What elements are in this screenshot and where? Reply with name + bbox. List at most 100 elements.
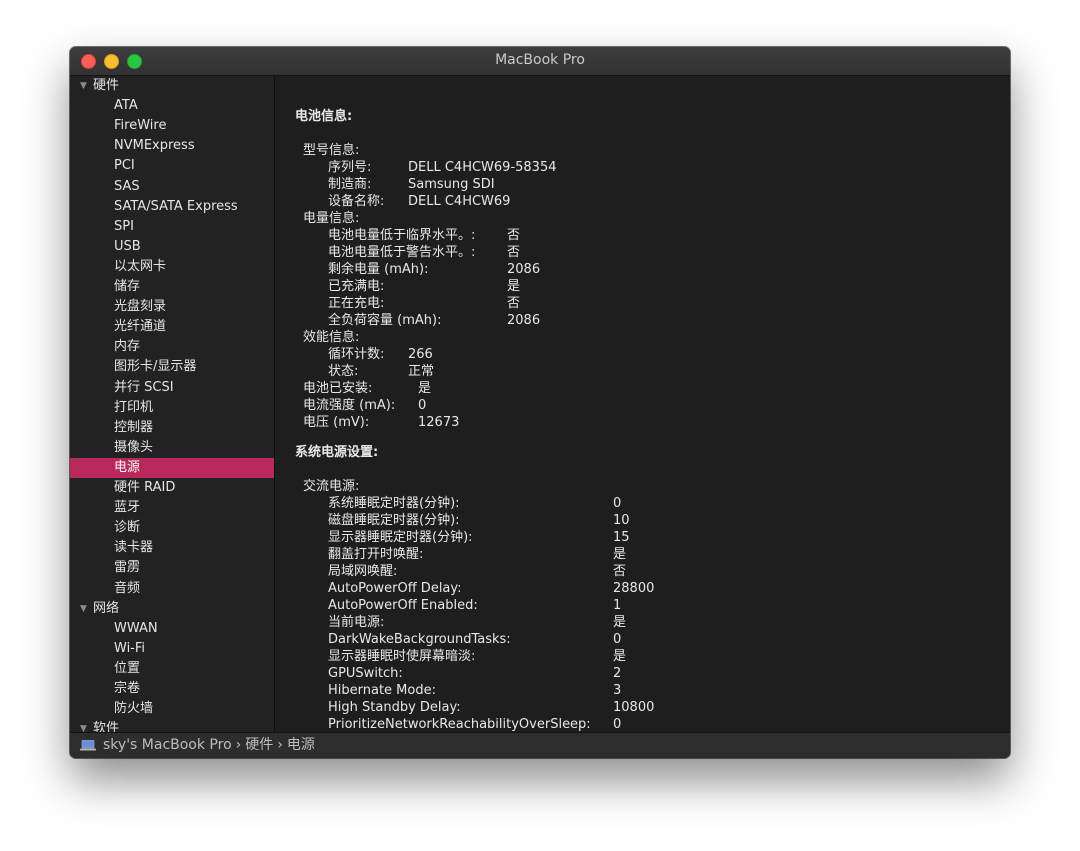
sidebar-item[interactable]: 位置: [70, 659, 274, 679]
info-label: 当前电源:: [328, 615, 385, 630]
disclosure-triangle-icon[interactable]: ▼: [80, 76, 93, 96]
title-bar: MacBook Pro: [70, 47, 1010, 76]
sidebar-item-label: 诊断: [114, 520, 141, 536]
info-row: 正在充电: 否: [275, 295, 1010, 312]
info-label: 正在充电:: [328, 296, 385, 311]
sidebar-item-label: PCI: [114, 158, 135, 174]
sidebar-item-label: 软件: [93, 721, 120, 732]
sidebar-item-label: FireWire: [114, 118, 167, 134]
info-row: 电池电量低于临界水平。: 否: [275, 227, 1010, 244]
info-label: AutoPowerOff Enabled:: [328, 598, 478, 613]
info-row: 系统睡眠定时器(分钟): 0: [275, 495, 1010, 512]
sidebar-item[interactable]: 以太网卡: [70, 257, 274, 277]
sidebar-item-label: 光纤通道: [114, 319, 167, 335]
info-row: 交流电源:: [275, 478, 1010, 495]
sidebar-item[interactable]: USB: [70, 237, 274, 257]
info-label: 显示器睡眠定时器(分钟):: [328, 530, 473, 545]
breadcrumb-separator: ›: [235, 737, 242, 753]
system-information-window: MacBook Pro ▼ 硬件 ATA FireWire NVMExpress PCI S…: [70, 47, 1010, 758]
info-row: 设备名称: DELL C4HCW69: [275, 193, 1010, 210]
sidebar-item[interactable]: PCI: [70, 156, 274, 176]
sidebar-item-label: 蓝牙: [114, 500, 141, 516]
info-label: AutoPowerOff Delay:: [328, 581, 462, 596]
sidebar-item[interactable]: 光盘刻录: [70, 297, 274, 317]
info-value: 0: [418, 398, 427, 413]
sidebar-item-label: 打印机: [114, 399, 154, 415]
info-value: 266: [408, 347, 433, 362]
sidebar-item[interactable]: 并行 SCSI: [70, 378, 274, 398]
info-row: 电压 (mV): 12673: [275, 414, 1010, 431]
sidebar-item-label: 雷雳: [114, 560, 141, 576]
sidebar-item-label: 音频: [114, 580, 141, 596]
sidebar-item-label: 电源: [114, 459, 141, 475]
info-row: 电量信息:: [275, 210, 1010, 227]
info-value: 正常: [408, 364, 435, 379]
sidebar-item[interactable]: 读卡器: [70, 538, 274, 558]
disclosure-triangle-icon[interactable]: ▼: [80, 719, 93, 732]
sidebar-group[interactable]: ▼ 硬件: [70, 76, 274, 96]
info-row: 循环计数: 266: [275, 346, 1010, 363]
sidebar-item[interactable]: 诊断: [70, 518, 274, 538]
breadcrumb: sky's MacBook Pro › 硬件 › 电源: [103, 733, 319, 758]
info-row: 已充满电: 是: [275, 278, 1010, 295]
info-value: 是: [418, 381, 432, 396]
sidebar-item[interactable]: NVMExpress: [70, 136, 274, 156]
info-label: 设备名称:: [328, 194, 385, 209]
info-label: 循环计数:: [328, 347, 385, 362]
sidebar-item[interactable]: Wi-Fi: [70, 639, 274, 659]
info-value: 否: [507, 228, 521, 243]
laptop-icon: [80, 740, 96, 751]
sidebar-item[interactable]: 雷雳: [70, 558, 274, 578]
sidebar-item[interactable]: SATA/SATA Express: [70, 197, 274, 217]
sidebar-item[interactable]: 音频: [70, 579, 274, 599]
sidebar-item[interactable]: WWAN: [70, 619, 274, 639]
sidebar-item[interactable]: 储存: [70, 277, 274, 297]
sidebar-item-label: 读卡器: [114, 540, 154, 556]
sidebar-group[interactable]: ▼ 网络: [70, 599, 274, 619]
sidebar-item[interactable]: 硬件 RAID: [70, 478, 274, 498]
info-value: 3: [613, 683, 622, 698]
info-label: GPUSwitch:: [328, 666, 403, 681]
window-title: MacBook Pro: [495, 52, 585, 68]
info-value: 0: [613, 496, 622, 511]
info-row: High Standby Delay: 10800: [275, 699, 1010, 716]
info-label: 电池信息:: [295, 109, 353, 124]
sidebar-item-label: 并行 SCSI: [114, 379, 174, 395]
sidebar-item[interactable]: 控制器: [70, 418, 274, 438]
sidebar-item-label: SATA/SATA Express: [114, 198, 238, 214]
sidebar-item-label: 储存: [114, 279, 141, 294]
breadcrumb-item[interactable]: 硬件: [245, 737, 273, 753]
sidebar-item-label: 图形卡/显示器: [114, 359, 197, 375]
status-bar: sky's MacBook Pro › 硬件 › 电源: [70, 732, 1010, 758]
info-label: 翻盖打开时唤醒:: [328, 547, 424, 562]
sidebar-item-label: 光盘刻录: [114, 299, 167, 315]
sidebar-item[interactable]: 防火墙: [70, 699, 274, 719]
sidebar-item[interactable]: 打印机: [70, 398, 274, 418]
info-label: 局域网唤醒:: [328, 564, 398, 579]
sidebar-item[interactable]: 图形卡/显示器: [70, 357, 274, 377]
breadcrumb-item[interactable]: 电源: [287, 737, 315, 753]
disclosure-triangle-icon[interactable]: ▼: [80, 599, 93, 619]
info-label: 电压 (mV):: [303, 415, 370, 430]
sidebar-item[interactable]: 内存: [70, 337, 274, 357]
sidebar-item-label: 位置: [114, 660, 141, 676]
info-row: 剩余电量 (mAh): 2086: [275, 261, 1010, 278]
sidebar-item[interactable]: SAS: [70, 177, 274, 197]
info-value: 否: [507, 296, 521, 311]
sidebar-item[interactable]: 电源: [70, 457, 274, 478]
sidebar-item[interactable]: 宗卷: [70, 679, 274, 699]
sidebar-item[interactable]: 蓝牙: [70, 498, 274, 518]
info-value: 2086: [507, 262, 541, 277]
sidebar-item[interactable]: ATA: [70, 96, 274, 116]
sidebar-item[interactable]: 光纤通道: [70, 317, 274, 337]
breadcrumb-item[interactable]: sky's MacBook Pro: [103, 737, 232, 753]
sidebar-item-label: 防火墙: [114, 701, 154, 717]
info-label: 电池已安装:: [303, 381, 373, 396]
info-row: 制造商: Samsung SDI: [275, 176, 1010, 193]
info-value: 0: [613, 632, 622, 647]
sidebar-group[interactable]: ▼ 软件: [70, 719, 274, 732]
sidebar-item[interactable]: FireWire: [70, 116, 274, 136]
info-value: DELL C4HCW69-58354: [408, 160, 557, 175]
sidebar-item[interactable]: SPI: [70, 217, 274, 237]
sidebar-item[interactable]: 摄像头: [70, 438, 274, 458]
